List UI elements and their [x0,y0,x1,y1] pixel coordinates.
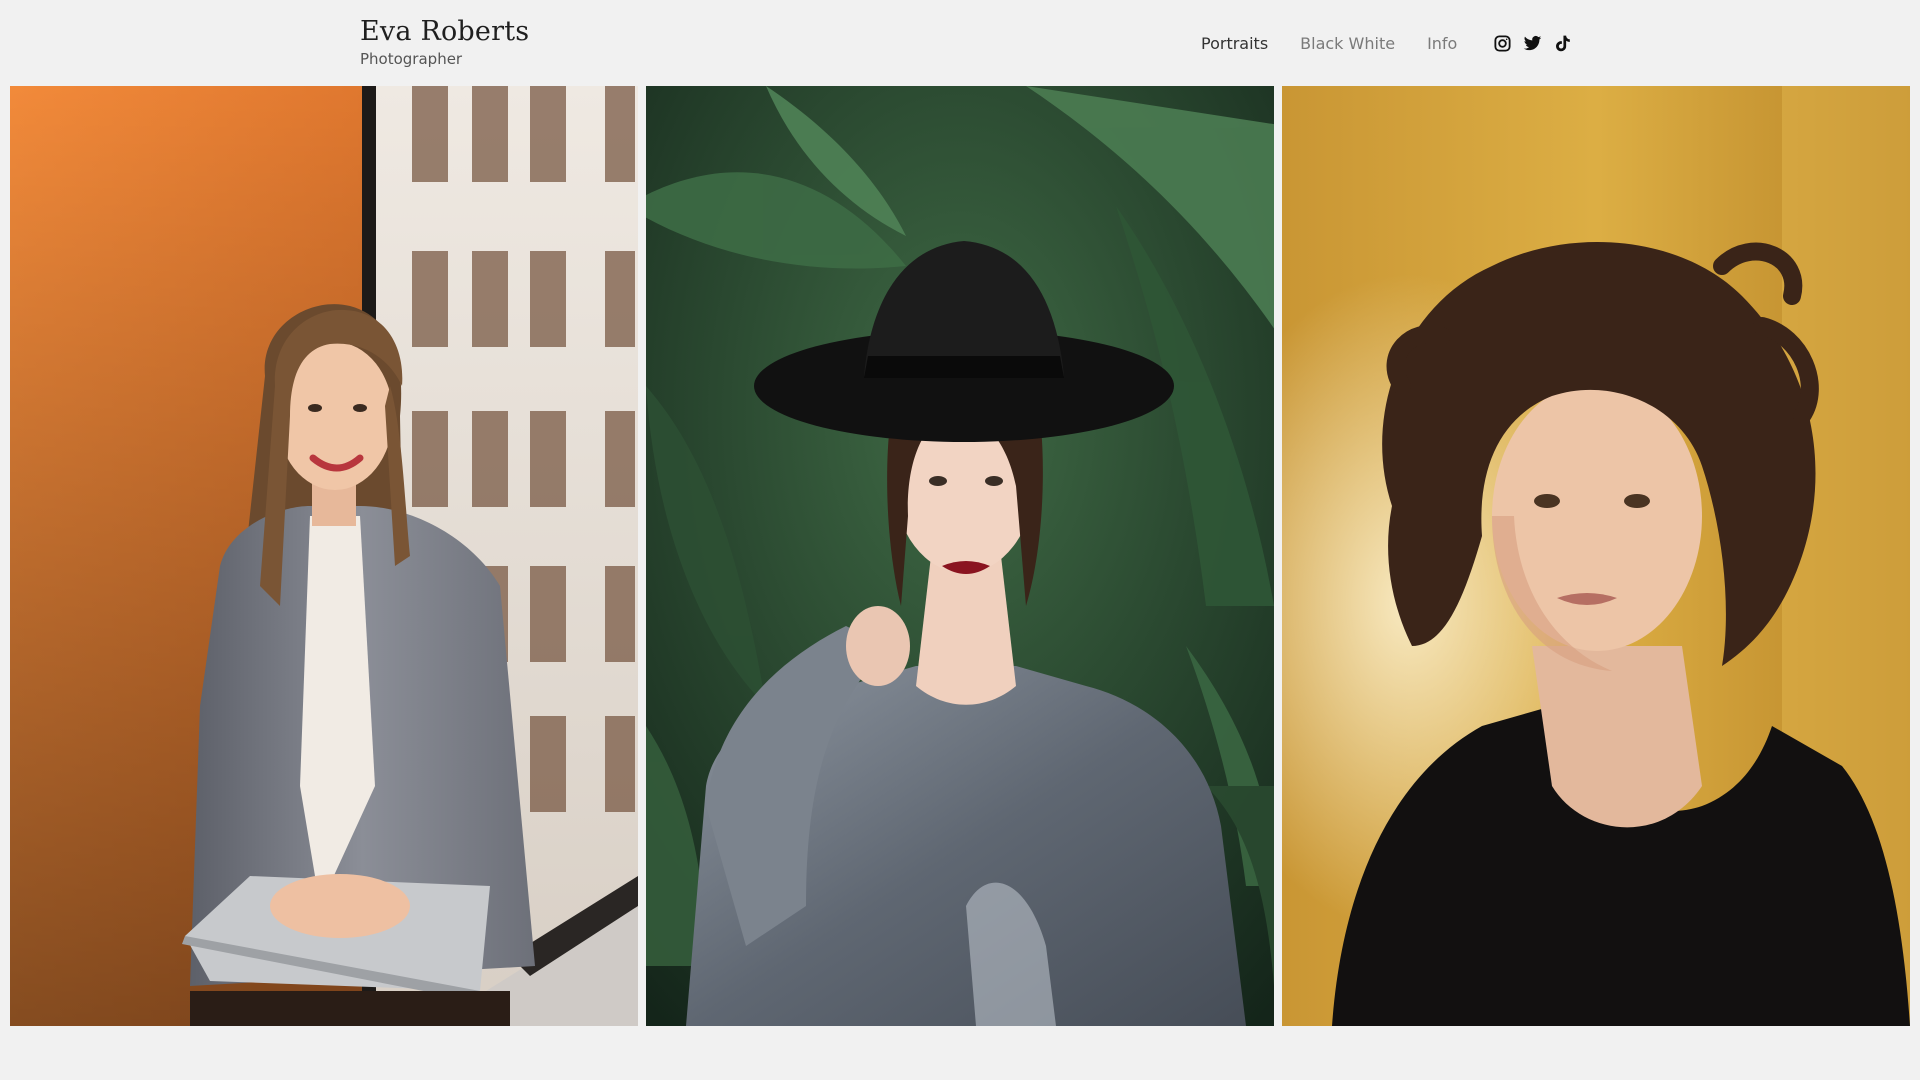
gallery-photo-2[interactable] [646,86,1274,1026]
nav-item-black-white[interactable]: Black White [1300,34,1395,53]
tiktok-icon[interactable] [1553,34,1572,53]
instagram-icon[interactable] [1493,34,1512,53]
social-links [1493,34,1572,53]
gallery-photo-1[interactable] [10,86,638,1026]
site-subtitle: Photographer [360,50,463,68]
nav-item-portraits[interactable]: Portraits [1201,34,1268,53]
site-header: Eva Roberts Photographer Portraits Black… [0,0,1920,86]
site-title[interactable]: Eva Roberts [360,16,529,48]
nav-item-info[interactable]: Info [1427,34,1457,53]
twitter-icon[interactable] [1523,34,1542,53]
gallery-photo-3[interactable] [1282,86,1910,1026]
portrait-gallery [10,86,1910,1026]
brand[interactable]: Eva Roberts Photographer [360,16,529,68]
portrait-woman-curly-hair-image [1282,86,1910,1026]
portrait-woman-black-hat-image [646,86,1274,1026]
main-nav: Portraits Black White Info [1201,31,1572,55]
portrait-woman-grey-blazer-image [10,86,638,1026]
